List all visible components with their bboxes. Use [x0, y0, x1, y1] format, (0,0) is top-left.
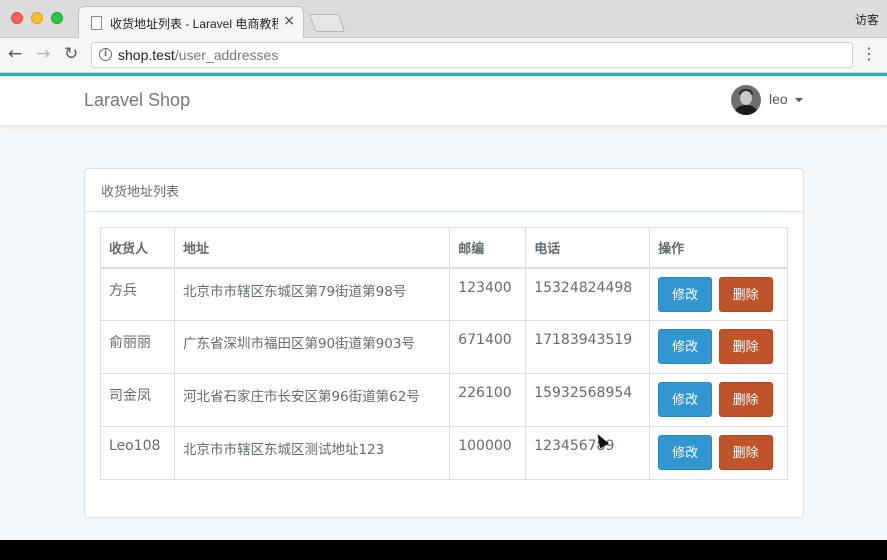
edit-button[interactable]: 修改	[658, 382, 713, 417]
browser-menu-icon[interactable]: ⋮	[861, 44, 877, 64]
tab-close-icon[interactable]: ×	[283, 13, 295, 29]
recipient-cell: 司金凤	[100, 373, 175, 427]
guest-profile-label[interactable]: 访客	[855, 11, 879, 28]
maximize-window-button[interactable]	[51, 12, 63, 24]
recipient-cell: 俞丽丽	[100, 320, 175, 374]
table-row: 司金凤 河北省石家庄市长安区第96街道第62号 226100 159325689…	[100, 373, 788, 427]
edit-button[interactable]: 修改	[658, 329, 713, 364]
header-address: 地址	[173, 227, 451, 269]
new-tab-button[interactable]	[308, 14, 346, 32]
edit-button[interactable]: 修改	[658, 435, 713, 470]
minimize-window-button[interactable]	[31, 12, 43, 24]
header-actions: 操作	[649, 227, 788, 269]
tab-title: 收货地址列表 - Laravel 电商教程	[110, 17, 278, 31]
browser-tab-active[interactable]: 收货地址列表 - Laravel 电商教程 ×	[78, 6, 304, 39]
close-window-button[interactable]	[11, 12, 23, 24]
address-cell: 河北省石家庄市长安区第96街道第62号	[173, 373, 451, 427]
browser-toolbar: ← → ↻ i shop.test/user_addresses ⋮	[0, 38, 887, 73]
bottom-bar	[0, 540, 887, 560]
panel-title: 收货地址列表	[101, 185, 180, 200]
zip-cell: 123400	[449, 267, 527, 321]
address-bar[interactable]: i shop.test/user_addresses	[91, 42, 853, 68]
address-cell: 北京市市辖区东城区测试地址123	[173, 426, 451, 480]
delete-button[interactable]: 删除	[718, 276, 773, 312]
site-brand-link[interactable]: Laravel Shop	[84, 90, 190, 111]
table-row: 方兵 北京市市辖区东城区第79街道第98号 123400 15324824498…	[100, 267, 788, 321]
browser-window: 收货地址列表 - Laravel 电商教程 × 访客 ← → ↻ i shop.…	[0, 0, 887, 540]
actions-cell: 修改 删除	[649, 267, 788, 321]
table-header-row: 收货人 地址 邮编 电话 操作	[100, 227, 788, 269]
header-phone: 电话	[525, 227, 651, 269]
recipient-cell: 方兵	[100, 267, 175, 321]
recipient-cell: Leo108	[100, 426, 175, 480]
delete-button[interactable]: 删除	[718, 435, 773, 470]
forward-arrow-icon[interactable]: →	[36, 44, 50, 64]
page-icon	[91, 16, 102, 30]
username-label: leo	[769, 91, 788, 107]
delete-button[interactable]: 删除	[718, 329, 773, 364]
site-navbar: Laravel Shop leo	[0, 76, 887, 126]
address-list-panel: 收货地址列表 收货人 地址 邮编 电话 操作 方兵 北京市市辖区东城区第79街道…	[84, 168, 804, 518]
actions-cell: 修改 删除	[649, 373, 788, 427]
zip-cell: 226100	[449, 373, 527, 427]
table-row: Leo108 北京市市辖区东城区测试地址123 100000 123456789…	[100, 426, 788, 480]
phone-cell: 15932568954	[525, 373, 651, 427]
url-text[interactable]: shop.test/user_addresses	[118, 47, 278, 63]
delete-button[interactable]: 删除	[718, 382, 773, 417]
chevron-down-icon	[795, 98, 803, 102]
page-content: Laravel Shop leo 收货地址列表 收货人 地址 邮编 电话 操作 …	[0, 73, 887, 540]
phone-cell: 123456789	[525, 426, 651, 480]
url-path: /user_addresses	[174, 47, 279, 63]
address-cell: 北京市市辖区东城区第79街道第98号	[173, 267, 451, 321]
url-host: shop.test	[118, 47, 175, 63]
title-bar: 收货地址列表 - Laravel 电商教程 × 访客	[0, 0, 887, 39]
address-table: 收货人 地址 邮编 电话 操作 方兵 北京市市辖区东城区第79街道第98号 12…	[100, 227, 788, 480]
zip-cell: 671400	[449, 320, 527, 374]
edit-button[interactable]: 修改	[658, 276, 713, 312]
info-icon[interactable]: i	[99, 48, 112, 61]
actions-cell: 修改 删除	[649, 320, 788, 374]
table-row: 俞丽丽 广东省深圳市福田区第90街道第903号 671400 171839435…	[100, 320, 788, 374]
reload-icon[interactable]: ↻	[64, 44, 78, 64]
address-cell: 广东省深圳市福田区第90街道第903号	[173, 320, 451, 374]
header-zip: 邮编	[449, 227, 527, 269]
header-recipient: 收货人	[100, 227, 175, 269]
back-arrow-icon[interactable]: ←	[8, 44, 22, 64]
phone-cell: 15324824498	[525, 267, 651, 321]
phone-cell: 17183943519	[525, 320, 651, 374]
panel-heading: 收货地址列表	[85, 169, 803, 212]
avatar	[731, 85, 761, 115]
zip-cell: 100000	[449, 426, 527, 480]
actions-cell: 修改 删除	[649, 426, 788, 480]
